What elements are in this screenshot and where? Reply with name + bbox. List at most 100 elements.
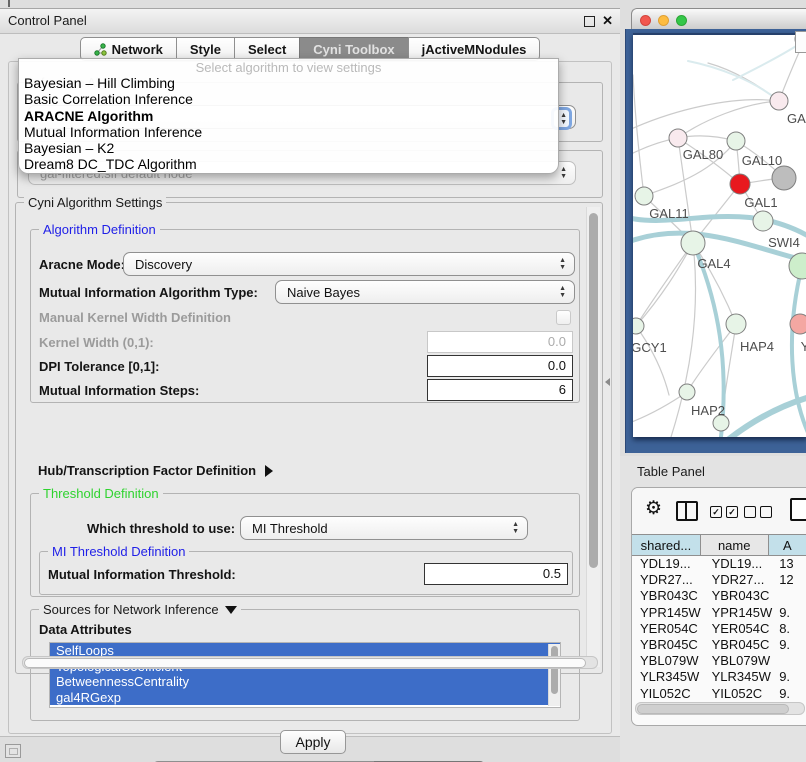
settings-scrollbar-thumb[interactable]	[589, 213, 598, 568]
table-row[interactable]: YIL052CYIL052C9.	[632, 686, 806, 701]
node-label: HAP4	[740, 339, 774, 354]
table-row[interactable]: YER054CYER054C8.	[632, 621, 806, 637]
table-cell: YPR145W	[632, 605, 704, 621]
node-label: GAL	[787, 111, 806, 126]
split-columns-icon[interactable]	[676, 501, 698, 521]
node-label: HAP2	[691, 403, 725, 418]
document-icon[interactable]	[790, 498, 806, 521]
aracne-mode-combobox[interactable]: Discovery ▲▼	[123, 252, 575, 276]
show-unselected-icon[interactable]	[744, 506, 772, 518]
table-cell	[775, 653, 806, 669]
algorithm-option[interactable]: Mutual Information Inference	[19, 124, 558, 140]
float-panel-icon[interactable]	[584, 16, 595, 27]
table-hscrollbar[interactable]	[635, 702, 805, 715]
algorithm-option[interactable]: Bayesian – K2	[19, 140, 558, 156]
panel-title: Control Panel	[8, 13, 87, 28]
mac-zoom-icon[interactable]	[676, 15, 687, 26]
cyni-algorithm-settings-group: Cyni Algorithm Settings Algorithm Defini…	[15, 202, 603, 674]
algorithm-option[interactable]: Bayesian – Hill Climbing	[19, 75, 558, 91]
network-node[interactable]	[727, 132, 745, 150]
network-view-frame: GALGAL80GAL10GAL1GAL11SWI4GAL4GCY1HAP4YH…	[625, 29, 806, 453]
network-edge[interactable]	[687, 324, 736, 392]
network-corner-widget[interactable]	[795, 31, 806, 53]
algorithm-option[interactable]: Basic Correlation Inference	[19, 91, 558, 107]
table-toolbar: ⚙ ✓✓	[632, 488, 806, 534]
algorithm-option[interactable]: Dream8 DC_TDC Algorithm	[19, 156, 558, 172]
algorithm-option[interactable]: ARACNE Algorithm	[19, 108, 558, 124]
table-row[interactable]: YPR145WYPR145W9.	[632, 605, 806, 621]
expand-right-icon[interactable]	[265, 465, 273, 477]
network-edge[interactable]	[729, 395, 806, 437]
toolbar-remnant	[8, 0, 10, 7]
attributes-scrollbar[interactable]	[548, 644, 560, 706]
apply-button[interactable]: Apply	[280, 730, 346, 754]
settings-hscrollbar[interactable]	[22, 656, 598, 669]
network-node[interactable]	[633, 318, 644, 334]
network-edge[interactable]	[633, 75, 644, 196]
network-edge[interactable]	[636, 326, 669, 395]
grid-mode-icon[interactable]	[5, 744, 21, 758]
mi-steps-field[interactable]: 6	[427, 379, 573, 401]
network-node[interactable]	[790, 314, 806, 334]
table-row[interactable]: YDL19...YDL19...13	[632, 556, 806, 572]
table-row[interactable]: YDR27...YDR27...12	[632, 572, 806, 588]
which-threshold-combobox[interactable]: MI Threshold ▲▼	[240, 516, 528, 540]
mi-type-combobox[interactable]: Naive Bayes ▲▼	[275, 280, 575, 304]
manual-kernel-checkbox[interactable]	[556, 310, 571, 325]
mac-minimize-icon[interactable]	[658, 15, 669, 26]
kernel-width-field[interactable]: 0.0	[427, 331, 573, 353]
table-cell: YER054C	[632, 621, 704, 637]
network-edge[interactable]	[688, 61, 779, 101]
table-cell	[775, 588, 806, 604]
column-header[interactable]: shared...	[631, 534, 701, 556]
split-divider-arrow[interactable]	[605, 378, 610, 386]
settings-scrollbar[interactable]	[586, 207, 600, 667]
network-node[interactable]	[753, 211, 773, 231]
network-node[interactable]	[772, 166, 796, 190]
table-row[interactable]: YLR345WYLR345W9.	[632, 669, 806, 685]
data-attributes-label: Data Attributes	[39, 622, 132, 637]
mi-threshold-field[interactable]: 0.5	[424, 563, 568, 585]
table-row[interactable]: YBL079WYBL079W	[632, 653, 806, 669]
dpi-tolerance-field[interactable]: 0.0	[427, 355, 573, 377]
attributes-scrollbar-thumb[interactable]	[551, 646, 558, 694]
algorithm-definition-legend: Algorithm Definition	[39, 222, 160, 237]
column-header[interactable]: name	[700, 534, 769, 556]
column-header[interactable]: A	[768, 534, 806, 556]
attribute-item[interactable]: gal4RGexp	[50, 690, 560, 706]
network-edge[interactable]	[678, 101, 779, 138]
network-node[interactable]	[730, 174, 750, 194]
network-edge[interactable]	[636, 243, 693, 326]
gear-icon[interactable]: ⚙	[645, 497, 662, 520]
network-node[interactable]	[726, 314, 746, 334]
table-cell: YDL19...	[704, 556, 776, 572]
show-selected-icon[interactable]: ✓✓	[710, 506, 738, 518]
table-cell: 12	[775, 572, 806, 588]
table-row[interactable]: YBR045CYBR045C9.	[632, 637, 806, 653]
stepper-icon: ▲▼	[512, 521, 519, 535]
table-cell: 8.	[775, 621, 806, 637]
sources-legend[interactable]: Sources for Network Inference	[39, 602, 241, 617]
node-label: Y	[801, 339, 806, 354]
network-node[interactable]	[681, 231, 705, 255]
popup-placeholder: Select algorithm to view settings	[19, 59, 558, 75]
network-window-titlebar[interactable]	[631, 8, 806, 31]
mac-close-icon[interactable]	[640, 15, 651, 26]
network-edge[interactable]	[733, 41, 804, 80]
network-canvas[interactable]: GALGAL80GAL10GAL1GAL11SWI4GAL4GCY1HAP4YH…	[633, 33, 806, 437]
collapse-down-icon[interactable]	[225, 606, 237, 614]
hub-definition-toggle[interactable]: Hub/Transcription Factor Definition	[38, 463, 273, 478]
table-row[interactable]: YBR043CYBR043C	[632, 588, 806, 604]
network-node[interactable]	[669, 129, 687, 147]
attribute-item[interactable]: BetweennessCentrality	[50, 674, 560, 690]
table-cell: YDL19...	[632, 556, 704, 572]
table-hscrollbar-thumb[interactable]	[637, 704, 789, 714]
settings-hscrollbar-thumb[interactable]	[24, 658, 586, 668]
network-node[interactable]	[770, 92, 788, 110]
network-node[interactable]	[635, 187, 653, 205]
table-cell: 9.	[775, 605, 806, 621]
close-icon[interactable]: ✕	[602, 13, 613, 29]
network-node[interactable]	[679, 384, 695, 400]
control-panel-window: Control Panel ✕ NetworkStyleSelectCyni T…	[0, 8, 620, 737]
data-attributes-list[interactable]: SelfLoopsTopologicalCoefficientBetweenne…	[49, 642, 561, 708]
